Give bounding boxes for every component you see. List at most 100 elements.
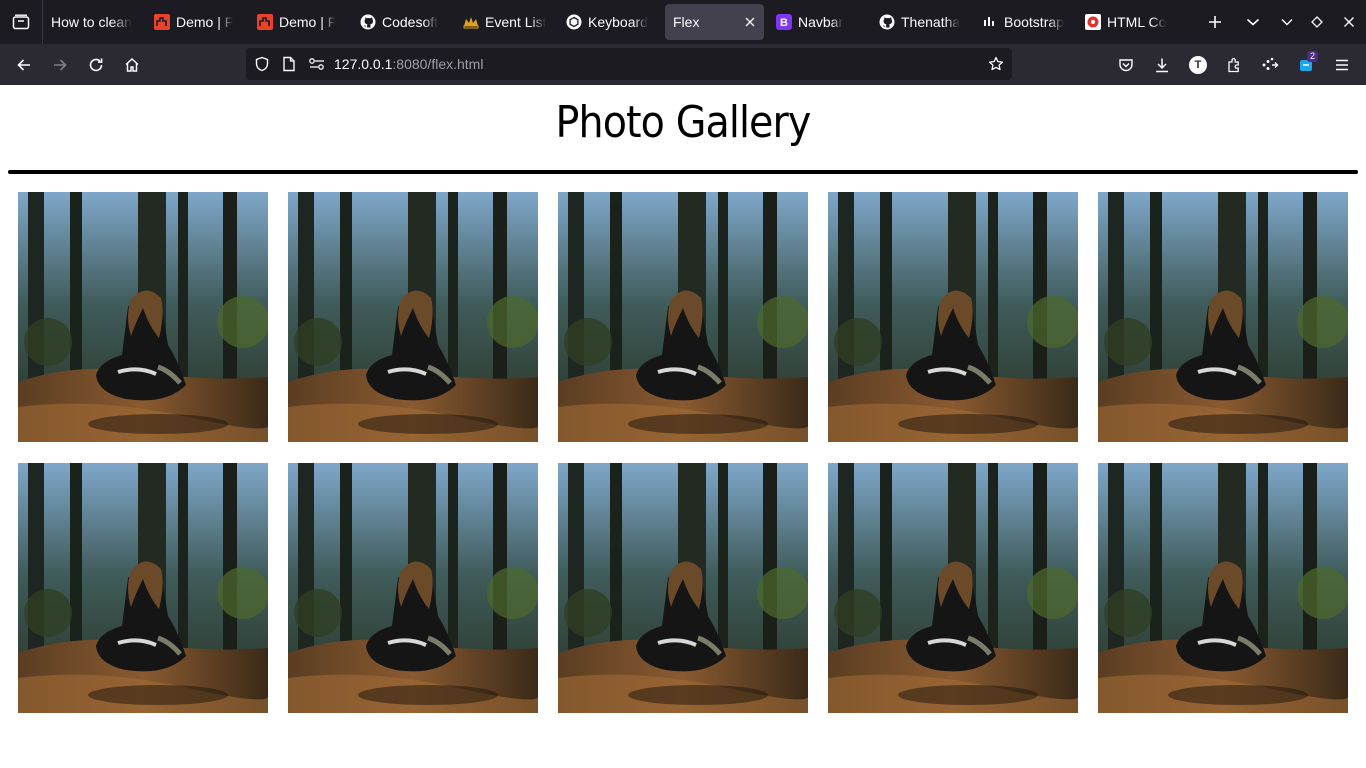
photo-illustration <box>828 463 1078 713</box>
url-path: :8080/flex.html <box>392 56 484 72</box>
photo-illustration <box>288 192 538 442</box>
pocket-button[interactable] <box>1108 49 1144 81</box>
account-button[interactable]: T <box>1180 49 1216 81</box>
tab-11[interactable]: HTML Co <box>1077 4 1180 40</box>
chevron-down-icon <box>1281 19 1293 26</box>
tab-title: Navbar <box>798 14 844 30</box>
photo-illustration <box>1098 192 1348 442</box>
gallery-photo <box>1098 463 1348 713</box>
gallery-photo <box>1098 192 1348 442</box>
plus-icon <box>1209 16 1221 28</box>
download-icon <box>1156 58 1168 72</box>
photo-illustration <box>828 192 1078 442</box>
photo-illustration <box>18 463 268 713</box>
photo-illustration <box>288 463 538 713</box>
photo-gallery <box>18 192 1348 713</box>
tab-8[interactable]: B Navbar <box>768 4 871 40</box>
gallery-photo <box>18 192 268 442</box>
reload-button[interactable] <box>78 49 114 81</box>
back-button[interactable] <box>6 49 42 81</box>
url-host: 127.0.0.1 <box>334 56 393 72</box>
tab-2[interactable]: Demo | F <box>146 4 249 40</box>
window-maximize-button[interactable] <box>1302 0 1332 44</box>
tab-title: Keyboard <box>588 14 648 30</box>
url-text[interactable]: 127.0.0.1:8080/flex.html <box>334 56 483 72</box>
tab-4[interactable]: Codesoft <box>352 4 455 40</box>
reload-icon <box>89 58 103 71</box>
forward-button[interactable] <box>42 49 78 81</box>
crown-icon <box>463 14 479 30</box>
extensions-button[interactable] <box>1216 49 1252 81</box>
bookmark-star-button[interactable] <box>988 56 1004 72</box>
window-minimize-button[interactable] <box>1272 0 1302 44</box>
close-icon <box>745 17 755 27</box>
window-close-button[interactable] <box>1332 0 1366 44</box>
bars-icon <box>982 14 998 30</box>
tab-1[interactable]: How to clean <box>43 4 146 40</box>
demo-icon <box>257 14 273 30</box>
gallery-photo <box>288 463 538 713</box>
extension-badge-button[interactable]: 2 <box>1288 49 1324 81</box>
tab-title: Event List <box>485 14 547 30</box>
diamond-icon <box>1311 16 1323 28</box>
photo-illustration <box>18 192 268 442</box>
tab-6[interactable]: Keyboard <box>558 4 661 40</box>
gallery-photo <box>18 463 268 713</box>
red-circle-icon <box>1085 14 1101 30</box>
tracking-protection-icon[interactable] <box>254 56 270 72</box>
tab-title: How to clean <box>51 14 132 30</box>
home-button[interactable] <box>114 49 150 81</box>
openai-icon <box>566 14 582 30</box>
address-bar[interactable]: 127.0.0.1:8080/flex.html <box>246 48 1012 80</box>
tab-strip: How to clean Demo | F Demo | F Codesoft Even… <box>43 0 1196 44</box>
app-menu-button[interactable] <box>1324 49 1360 81</box>
badge-count: 2 <box>1307 50 1319 62</box>
pocket-icon <box>1119 58 1133 71</box>
photo-illustration <box>558 463 808 713</box>
downloads-button[interactable] <box>1144 49 1180 81</box>
tab-title: Thenatha <box>901 14 961 30</box>
demo-icon <box>154 14 170 30</box>
tab-list-icon <box>12 14 30 30</box>
github-icon <box>879 14 895 30</box>
tab-5[interactable]: Event List <box>455 4 558 40</box>
gallery-photo <box>828 192 1078 442</box>
hamburger-menu-icon <box>1336 59 1348 70</box>
page-title: Photo Gallery <box>555 97 812 148</box>
dots-arrow-icon <box>1262 57 1279 70</box>
tab-title: HTML Co <box>1107 14 1167 30</box>
sync-tabs-button[interactable] <box>1252 49 1288 81</box>
tab-title: Flex <box>673 14 700 30</box>
new-tab-button[interactable] <box>1196 0 1234 44</box>
tab-9[interactable]: Thenatha <box>871 4 974 40</box>
photo-illustration <box>1098 463 1348 713</box>
arrow-right-icon <box>54 58 67 71</box>
tab-overview-button[interactable] <box>0 0 43 44</box>
github-icon <box>360 14 376 30</box>
site-permissions-icon[interactable] <box>308 57 326 71</box>
home-icon <box>125 57 139 72</box>
gallery-photo <box>558 463 808 713</box>
gallery-photo <box>288 192 538 442</box>
list-all-tabs-button[interactable] <box>1234 0 1272 44</box>
close-tab-button[interactable] <box>742 14 758 30</box>
navigation-toolbar: 127.0.0.1:8080/flex.html T 2 <box>0 44 1366 85</box>
tab-title: Codesoft <box>382 14 439 30</box>
tab-title: Bootstrap <box>1004 14 1064 30</box>
gallery-photo <box>558 192 808 442</box>
tab-bar: How to clean Demo | F Demo | F Codesoft Even… <box>0 0 1366 44</box>
profile-avatar: T <box>1189 55 1207 74</box>
tab-title: Demo | F <box>176 14 234 30</box>
photo-illustration <box>558 192 808 442</box>
gallery-photo <box>828 463 1078 713</box>
star-icon <box>988 56 1004 71</box>
tab-10[interactable]: Bootstrap <box>974 4 1077 40</box>
close-icon <box>1344 17 1354 27</box>
tab-title: Demo | F <box>279 14 337 30</box>
svg-text:B: B <box>780 17 788 29</box>
bootstrap-icon: B <box>776 14 792 30</box>
chevron-down-icon <box>1246 18 1260 26</box>
tab-3[interactable]: Demo | F <box>249 4 352 40</box>
tab-7[interactable]: Flex <box>665 4 764 40</box>
title-divider <box>8 170 1358 174</box>
